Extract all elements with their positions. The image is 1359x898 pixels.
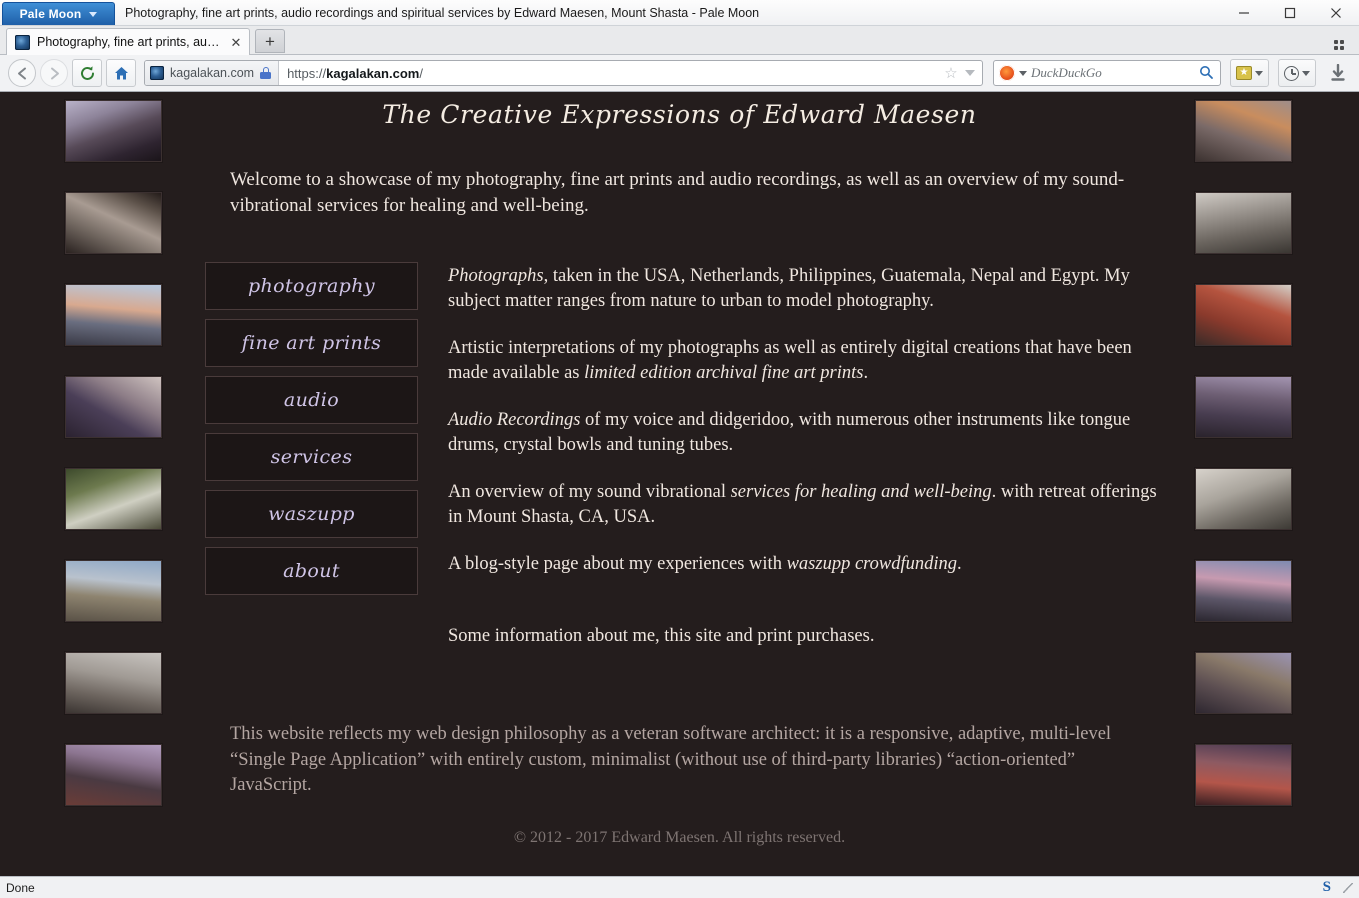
canal-boat-autumn-thumbnail[interactable] [1195,652,1292,714]
description-fine-art-prints: Artistic interpretations of my photograp… [448,336,1163,390]
status-text: Done [6,880,35,895]
url-suffix: / [419,65,423,81]
description-waszupp: A blog-style page about my experiences w… [448,552,1163,578]
maximize-button[interactable] [1267,0,1313,26]
left-thumbnail-column [65,100,165,806]
sync-icon[interactable]: S [1323,879,1343,896]
site-identity-box[interactable]: kagalakan.com [145,61,280,85]
url-domain: kagalakan.com [326,65,420,81]
app-menu-label: Pale Moon [19,7,82,21]
woman-brick-wall-thumbnail[interactable] [1195,468,1292,530]
search-icon[interactable] [1199,65,1216,82]
window-controls [1221,0,1359,25]
description-photography: Photographs, taken in the USA, Netherlan… [448,264,1163,318]
chevron-down-icon [1255,70,1263,76]
resize-grip-icon[interactable] [1343,882,1353,893]
navigation-grid: photography fine art prints audio servic… [196,262,1163,672]
desc-lead: Photographs [448,266,544,287]
reload-button[interactable] [72,59,102,87]
bookmark-icon: ★ [1236,66,1252,80]
site-identity-label: kagalakan.com [170,66,255,80]
search-engine-chevron-icon[interactable] [1019,70,1027,76]
dancers-at-dusk-thumbnail[interactable] [1195,744,1292,806]
deer-portrait-thumbnail[interactable] [1195,192,1292,254]
page-title: The Creative Expressions of Edward Maese… [382,100,977,129]
grid-menu-icon[interactable] [1327,40,1351,50]
philosophy-paragraph: This website reflects my web design phil… [230,724,1112,796]
downloads-button[interactable] [1325,59,1351,87]
forward-button[interactable] [40,59,68,87]
nav-button-audio[interactable]: audio [205,376,418,425]
harbor-crane-sunset-thumbnail[interactable] [65,284,162,346]
abandoned-cars-forest-thumbnail[interactable] [65,192,162,254]
nav-button-column: photography fine art prints audio servic… [196,262,418,672]
woman-sitting-rocks-thumbnail[interactable] [65,376,162,438]
url-text[interactable]: https://kagalakan.com/ [279,66,940,81]
bookmarks-menu-button[interactable]: ★ [1230,59,1269,87]
clock-icon [1284,65,1299,81]
page-content: The Creative Expressions of Edward Maese… [0,92,1359,876]
main-column: The Creative Expressions of Edward Maese… [196,92,1163,876]
desc-pre: An overview of my sound vibrational [448,482,731,503]
geese-garden-thumbnail[interactable] [65,468,162,530]
street-performer-thumbnail[interactable] [1195,100,1292,162]
back-button[interactable] [8,59,36,87]
intro-paragraph: Welcome to a showcase of my photography,… [230,169,1125,216]
lock-icon [260,67,272,79]
boy-at-window-thumbnail[interactable] [1195,376,1292,438]
desc-em: services for healing and well-being [730,482,992,503]
page-viewport: The Creative Expressions of Edward Maese… [0,92,1359,876]
cable-car-thumbnail[interactable] [1195,284,1292,346]
desc-post: . [863,362,869,383]
nav-button-fine-art-prints[interactable]: fine art prints [205,319,418,368]
chevron-down-icon [1302,70,1310,76]
site-favicon-icon [150,66,164,80]
navigation-toolbar: kagalakan.com https://kagalakan.com/ ☆ D… [0,55,1359,92]
search-input[interactable]: DuckDuckGo [1031,65,1195,81]
right-thumbnail-column [1195,100,1295,806]
description-audio: Audio Recordings of my voice and didgeri… [448,408,1163,462]
browser-window: Pale Moon Photography, fine art prints, … [0,0,1359,898]
new-tab-button[interactable]: + [255,29,285,53]
mountain-valley-thumbnail[interactable] [65,560,162,622]
duckduckgo-icon[interactable] [999,65,1015,81]
desc-post: . [957,554,962,575]
close-icon[interactable]: ✕ [229,36,243,49]
tab-label: Photography, fine art prints, audio re..… [37,35,222,49]
desc-em: waszupp crowdfunding [786,554,958,575]
favicon-icon [15,34,30,50]
windmill-thumbnail[interactable] [65,100,162,162]
bookmark-star-icon[interactable]: ☆ [940,64,962,82]
address-bar[interactable]: kagalakan.com https://kagalakan.com/ ☆ [144,60,983,86]
street-town-cars-thumbnail[interactable] [65,652,162,714]
desc-em: limited edition archival fine art prints [584,362,864,383]
title-bar: Pale Moon Photography, fine art prints, … [0,0,1359,26]
trees-dusk-thumbnail[interactable] [65,744,162,806]
description-column: Photographs, taken in the USA, Netherlan… [418,262,1163,672]
nav-button-services[interactable]: services [205,433,418,482]
description-services: An overview of my sound vibrational serv… [448,480,1163,534]
status-bar: Done S [0,876,1359,898]
nav-button-photography[interactable]: photography [205,262,418,311]
desc-rest: , taken in the USA, Netherlands, Philipp… [448,266,1130,311]
chevron-down-icon [89,11,98,17]
window-title: Photography, fine art prints, audio reco… [125,5,760,20]
tab-active[interactable]: Photography, fine art prints, audio re..… [6,28,250,55]
nav-button-about[interactable]: about [205,547,418,596]
minimize-button[interactable] [1221,0,1267,26]
nav-button-waszupp[interactable]: waszupp [205,490,418,539]
description-about: Some information about me, this site and… [448,626,875,647]
app-menu-button[interactable]: Pale Moon [2,2,115,25]
desc-pre: A blog-style page about my experiences w… [448,554,787,575]
desc-lead: Audio Recordings [448,410,581,431]
mount-shasta-sunset-thumbnail[interactable] [1195,560,1292,622]
history-menu-button[interactable] [1278,59,1316,87]
close-button[interactable] [1313,0,1359,26]
url-prefix: https:// [287,65,327,81]
address-dropdown-icon[interactable] [962,70,982,76]
copyright-text: © 2012 - 2017 Edward Maesen. All rights … [513,828,846,846]
search-bar[interactable]: DuckDuckGo [993,60,1221,86]
tab-strip: Photography, fine art prints, audio re..… [0,26,1359,55]
home-button[interactable] [106,59,136,87]
